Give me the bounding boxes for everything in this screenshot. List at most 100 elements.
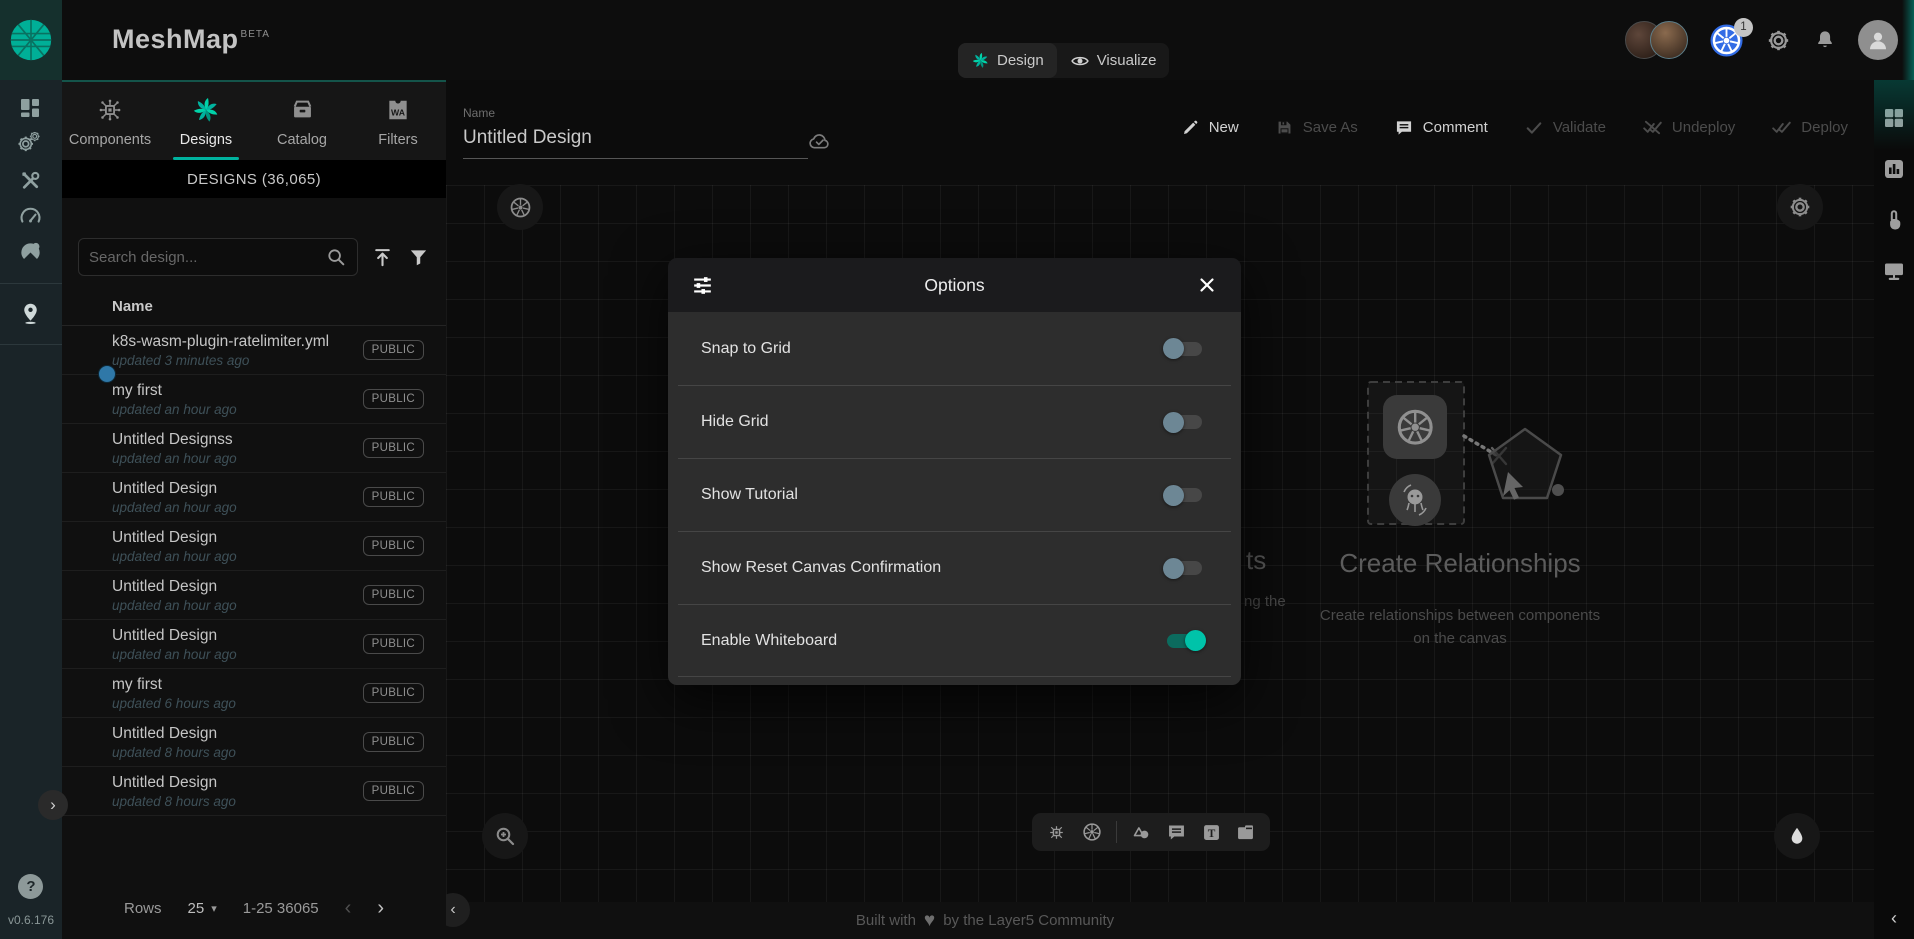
option-toggle[interactable] (1167, 415, 1202, 429)
extensions-pie-icon[interactable] (18, 240, 44, 266)
toggle-knob (1163, 485, 1184, 506)
search-input[interactable] (89, 249, 317, 266)
dashboard-icon[interactable] (18, 96, 44, 122)
canvas-settings-button[interactable] (1777, 184, 1823, 230)
design-list-item[interactable]: Untitled Design updated an hour ago PUBL… (62, 571, 446, 620)
mode-switch: Design Visualize (958, 43, 1169, 78)
new-button[interactable]: New (1181, 118, 1239, 137)
options-modal-body: Snap to Grid Hide Grid Show Tutorial Sho… (668, 312, 1241, 685)
help-icon[interactable]: ? (18, 874, 43, 899)
kubernetes-context[interactable]: 1 (1709, 23, 1744, 58)
design-list-item[interactable]: Untitled Design updated 8 hours ago PUBL… (62, 767, 446, 816)
comment-label: Comment (1423, 119, 1488, 136)
occluded-hint-fragment-2: ng the (1244, 593, 1286, 610)
svg-text:T: T (1207, 827, 1215, 839)
comment-button[interactable]: Comment (1394, 118, 1488, 138)
designs-count-header: DESIGNS (36,065) (62, 160, 446, 198)
svg-text:WA: WA (391, 107, 406, 117)
option-label: Enable Whiteboard (701, 632, 837, 650)
panel-expand-handle[interactable]: › (38, 790, 68, 820)
undeploy-button[interactable]: Undeploy (1642, 117, 1735, 138)
design-name-input[interactable] (463, 120, 808, 159)
bar-chart-icon[interactable] (1882, 157, 1906, 181)
built-with-prefix: Built with (856, 912, 916, 929)
toggle-knob (1163, 338, 1184, 359)
option-row: Snap to Grid (678, 312, 1231, 385)
user-avatar-photo-2[interactable] (1650, 21, 1688, 59)
tab-design-label: Design (997, 52, 1044, 69)
toggle-knob (1185, 630, 1206, 651)
option-label: Show Tutorial (701, 486, 798, 504)
search-row (62, 198, 446, 276)
beta-tag: BETA (241, 29, 270, 40)
option-toggle[interactable] (1167, 342, 1202, 356)
search-icon[interactable] (325, 246, 347, 268)
design-list-item[interactable]: k8s-wasm-plugin-ratelimiter.yml updated … (62, 326, 446, 375)
tab-filters[interactable]: WA Filters (350, 82, 446, 160)
profile-avatar[interactable] (1858, 20, 1898, 60)
shapes-icon[interactable] (1131, 822, 1152, 843)
prev-page-button[interactable]: ‹ (345, 897, 352, 920)
tab-catalog[interactable]: Catalog (254, 82, 350, 160)
rows-per-page-select[interactable]: 25 ▾ (188, 900, 217, 917)
whiteboard-pen-button[interactable] (1774, 813, 1820, 859)
visibility-badge: PUBLIC (363, 536, 424, 556)
visibility-badge: PUBLIC (363, 487, 424, 507)
text-tool-icon[interactable]: T (1201, 822, 1222, 843)
built-with-text: Built with ♥ by the Layer5 Community (856, 910, 1114, 932)
tab-visualize[interactable]: Visualize (1057, 43, 1170, 78)
filter-funnel-icon[interactable] (407, 246, 430, 269)
deploy-button[interactable]: Deploy (1771, 117, 1848, 138)
zoom-button[interactable] (482, 813, 528, 859)
new-label: New (1209, 119, 1239, 136)
import-design-icon[interactable] (371, 246, 394, 269)
visibility-badge: PUBLIC (363, 732, 424, 752)
right-rail-collapse-chevron[interactable]: ‹ (1891, 908, 1897, 939)
speedometer-icon[interactable] (18, 204, 44, 230)
option-toggle[interactable] (1167, 488, 1202, 502)
toggle-knob (1163, 412, 1184, 433)
design-list-item[interactable]: my first updated an hour ago PUBLIC (62, 375, 446, 424)
tab-design[interactable]: Design (958, 43, 1057, 78)
check-icon (1524, 118, 1544, 138)
toolbox-icon[interactable] (18, 168, 44, 194)
app-version: v0.6.176 (8, 913, 54, 927)
tab-components[interactable]: Components (62, 82, 158, 160)
monitor-icon[interactable] (1882, 259, 1906, 283)
next-page-button[interactable]: › (377, 897, 384, 920)
design-name-field: Name (463, 106, 808, 159)
tab-components-label: Components (69, 132, 151, 148)
tab-designs[interactable]: Designs (158, 82, 254, 160)
close-icon[interactable] (1192, 274, 1222, 296)
validate-button[interactable]: Validate (1524, 118, 1606, 138)
design-list-item[interactable]: Untitled Design updated an hour ago PUBL… (62, 473, 446, 522)
occluded-hint-fragment-1: ts (1246, 545, 1266, 576)
layer5-logo[interactable] (0, 0, 62, 80)
media-icon[interactable] (1235, 822, 1256, 843)
touch-icon[interactable] (1882, 208, 1906, 232)
components-icon[interactable] (1046, 822, 1067, 843)
design-list-item[interactable]: Untitled Design updated an hour ago PUBL… (62, 620, 446, 669)
kubernetes-icon[interactable] (1081, 821, 1103, 843)
tune-icon (687, 273, 717, 298)
gears-icon[interactable] (18, 132, 44, 158)
bottom-bar: Built with ♥ by the Layer5 Community (446, 902, 1874, 939)
design-list-item[interactable]: my first updated 6 hours ago PUBLIC (62, 669, 446, 718)
design-list-item[interactable]: Untitled Designss updated an hour ago PU… (62, 424, 446, 473)
visibility-badge: PUBLIC (363, 438, 424, 458)
design-list-item[interactable]: Untitled Design updated an hour ago PUBL… (62, 522, 446, 571)
comment-icon[interactable] (1166, 822, 1187, 843)
design-list-item[interactable]: Untitled Design updated 8 hours ago PUBL… (62, 718, 446, 767)
options-modal: Options Snap to Grid Hide Grid Show Tuto… (668, 258, 1241, 685)
option-toggle[interactable] (1167, 561, 1202, 575)
option-label: Show Reset Canvas Confirmation (701, 559, 941, 577)
option-toggle[interactable] (1167, 634, 1202, 648)
kubernetes-wheel-button[interactable] (497, 184, 543, 230)
visibility-badge: PUBLIC (363, 585, 424, 605)
gear-icon[interactable] (1765, 27, 1792, 54)
location-pin-icon[interactable] (18, 301, 44, 327)
apps-grid-icon[interactable] (1882, 106, 1906, 130)
save-as-button[interactable]: Save As (1275, 118, 1358, 137)
list-pagination: Rows 25 ▾ 1-25 36065 ‹ › (62, 877, 446, 939)
bell-icon[interactable] (1813, 28, 1837, 52)
